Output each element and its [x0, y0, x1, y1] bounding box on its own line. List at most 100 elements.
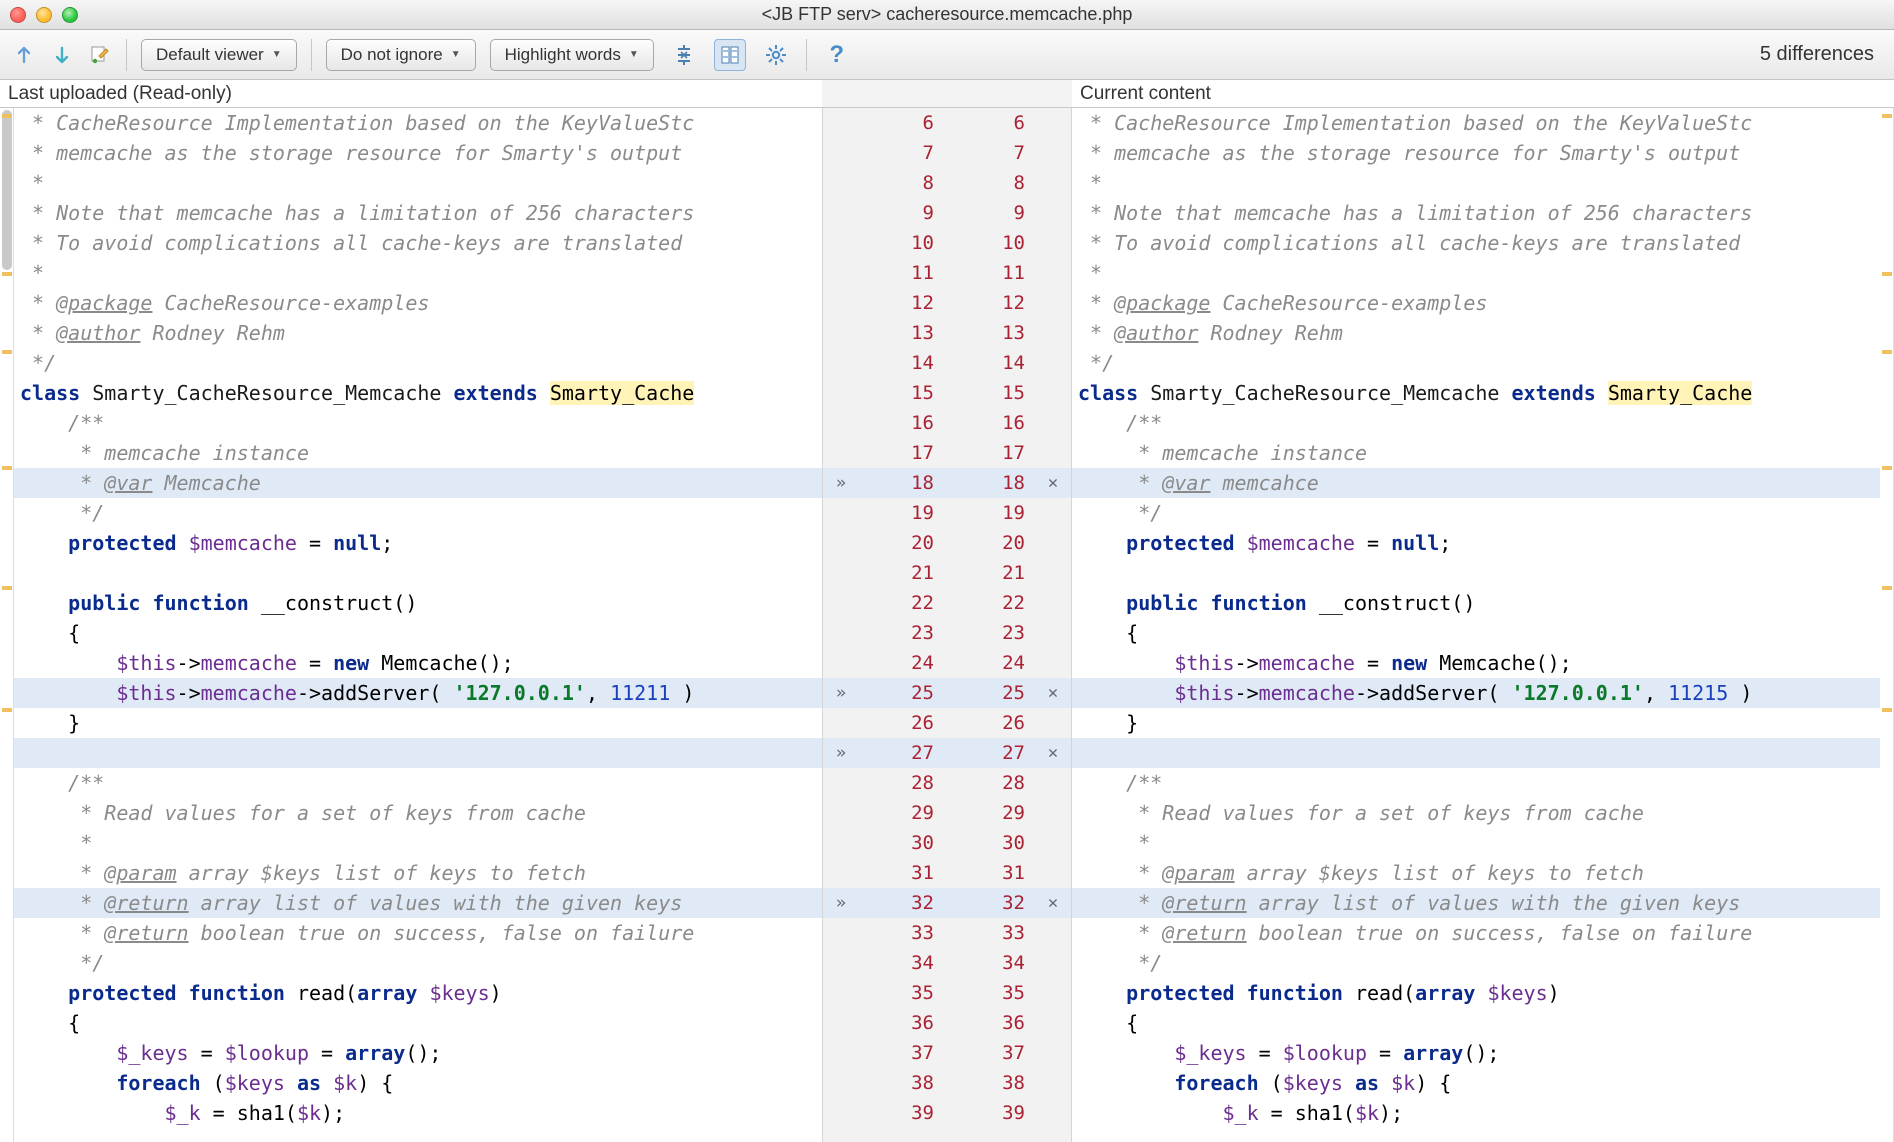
code-line[interactable]: /**: [1072, 768, 1880, 798]
close-icon[interactable]: [10, 7, 26, 23]
minimap-mark[interactable]: [2, 114, 12, 118]
code-line[interactable]: * @package CacheResource-examples: [14, 288, 822, 318]
code-line[interactable]: * CacheResource Implementation based on …: [1072, 108, 1880, 138]
code-line[interactable]: * Read values for a set of keys from cac…: [1072, 798, 1880, 828]
code-line[interactable]: $this->memcache->addServer( '127.0.0.1',…: [1072, 678, 1880, 708]
code-line[interactable]: * @author Rodney Rehm: [14, 318, 822, 348]
code-line[interactable]: * @var memcahce: [1072, 468, 1880, 498]
code-line[interactable]: * @param array $keys list of keys to fet…: [1072, 858, 1880, 888]
code-line[interactable]: */: [1072, 498, 1880, 528]
minimap-mark[interactable]: [1882, 586, 1892, 590]
next-diff-button[interactable]: [50, 43, 74, 67]
minimap-mark[interactable]: [2, 708, 12, 712]
code-line[interactable]: *: [14, 168, 822, 198]
code-line[interactable]: {: [1072, 618, 1880, 648]
code-line[interactable]: */: [14, 348, 822, 378]
code-line[interactable]: }: [14, 708, 822, 738]
apply-left-icon[interactable]: »: [823, 893, 859, 913]
code-line[interactable]: *: [14, 258, 822, 288]
apply-left-icon[interactable]: »: [823, 743, 859, 763]
code-line[interactable]: * memcache as the storage resource for S…: [1072, 138, 1880, 168]
code-line[interactable]: *: [1072, 258, 1880, 288]
code-line[interactable]: * @return boolean true on success, false…: [1072, 918, 1880, 948]
revert-icon[interactable]: ✕: [1035, 473, 1071, 493]
code-line[interactable]: foreach ($keys as $k) {: [1072, 1068, 1880, 1098]
right-code-pane[interactable]: * CacheResource Implementation based on …: [1072, 108, 1880, 1142]
minimap-mark[interactable]: [2, 466, 12, 470]
code-line[interactable]: protected function read(array $keys): [1072, 978, 1880, 1008]
code-line[interactable]: /**: [14, 768, 822, 798]
highlight-dropdown[interactable]: Highlight words ▼: [490, 39, 654, 71]
code-line[interactable]: *: [1072, 168, 1880, 198]
code-line[interactable]: $this->memcache->addServer( '127.0.0.1',…: [14, 678, 822, 708]
code-line[interactable]: *: [1072, 828, 1880, 858]
edit-source-button[interactable]: [88, 43, 112, 67]
code-line[interactable]: protected function read(array $keys): [14, 978, 822, 1008]
code-line[interactable]: {: [14, 1008, 822, 1038]
scroll-handle[interactable]: [2, 110, 12, 270]
collapse-unchanged-button[interactable]: [668, 39, 700, 71]
code-line[interactable]: * To avoid complications all cache-keys …: [14, 228, 822, 258]
code-line[interactable]: * @return array list of values with the …: [14, 888, 822, 918]
code-line[interactable]: $_k = sha1($k);: [14, 1098, 822, 1128]
apply-left-icon[interactable]: »: [823, 473, 859, 493]
viewer-dropdown[interactable]: Default viewer ▼: [141, 39, 297, 71]
code-line[interactable]: * CacheResource Implementation based on …: [14, 108, 822, 138]
code-line[interactable]: /**: [1072, 408, 1880, 438]
code-line[interactable]: * Read values for a set of keys from cac…: [14, 798, 822, 828]
minimap-mark[interactable]: [2, 272, 12, 276]
left-minimap[interactable]: [0, 108, 14, 1142]
settings-button[interactable]: [760, 39, 792, 71]
code-line[interactable]: * Note that memcache has a limitation of…: [14, 198, 822, 228]
code-line[interactable]: protected $memcache = null;: [14, 528, 822, 558]
minimap-mark[interactable]: [1882, 466, 1892, 470]
code-line[interactable]: * To avoid complications all cache-keys …: [1072, 228, 1880, 258]
code-line[interactable]: *: [14, 828, 822, 858]
code-line[interactable]: * @author Rodney Rehm: [1072, 318, 1880, 348]
code-line[interactable]: [14, 738, 822, 768]
ignore-dropdown[interactable]: Do not ignore ▼: [326, 39, 476, 71]
minimap-mark[interactable]: [1882, 114, 1892, 118]
code-line[interactable]: class Smarty_CacheResource_Memcache exte…: [14, 378, 822, 408]
code-line[interactable]: [14, 558, 822, 588]
code-line[interactable]: * @return boolean true on success, false…: [14, 918, 822, 948]
revert-icon[interactable]: ✕: [1035, 743, 1071, 763]
zoom-icon[interactable]: [62, 7, 78, 23]
apply-left-icon[interactable]: »: [823, 683, 859, 703]
minimap-mark[interactable]: [1882, 708, 1892, 712]
code-line[interactable]: * @var Memcache: [14, 468, 822, 498]
code-line[interactable]: [1072, 558, 1880, 588]
code-line[interactable]: $_k = sha1($k);: [1072, 1098, 1880, 1128]
code-line[interactable]: $this->memcache = new Memcache();: [14, 648, 822, 678]
code-line[interactable]: * @return array list of values with the …: [1072, 888, 1880, 918]
code-line[interactable]: public function __construct(): [1072, 588, 1880, 618]
code-line[interactable]: */: [1072, 948, 1880, 978]
revert-icon[interactable]: ✕: [1035, 683, 1071, 703]
right-minimap[interactable]: [1880, 108, 1894, 1142]
help-button[interactable]: ?: [821, 39, 853, 71]
code-line[interactable]: class Smarty_CacheResource_Memcache exte…: [1072, 378, 1880, 408]
minimap-mark[interactable]: [2, 350, 12, 354]
code-line[interactable]: * memcache as the storage resource for S…: [14, 138, 822, 168]
minimap-mark[interactable]: [1882, 272, 1892, 276]
minimap-mark[interactable]: [2, 586, 12, 590]
sync-scroll-button[interactable]: [714, 39, 746, 71]
revert-icon[interactable]: ✕: [1035, 893, 1071, 913]
code-line[interactable]: public function __construct(): [14, 588, 822, 618]
code-line[interactable]: $this->memcache = new Memcache();: [1072, 648, 1880, 678]
code-line[interactable]: * @package CacheResource-examples: [1072, 288, 1880, 318]
code-line[interactable]: * memcache instance: [1072, 438, 1880, 468]
code-line[interactable]: */: [14, 948, 822, 978]
code-line[interactable]: /**: [14, 408, 822, 438]
prev-diff-button[interactable]: [12, 43, 36, 67]
code-line[interactable]: protected $memcache = null;: [1072, 528, 1880, 558]
code-line[interactable]: [1072, 738, 1880, 768]
code-line[interactable]: }: [1072, 708, 1880, 738]
code-line[interactable]: {: [1072, 1008, 1880, 1038]
code-line[interactable]: $_keys = $lookup = array();: [14, 1038, 822, 1068]
left-code-pane[interactable]: * CacheResource Implementation based on …: [14, 108, 822, 1142]
code-line[interactable]: foreach ($keys as $k) {: [14, 1068, 822, 1098]
code-line[interactable]: {: [14, 618, 822, 648]
minimap-mark[interactable]: [1882, 350, 1892, 354]
code-line[interactable]: * Note that memcache has a limitation of…: [1072, 198, 1880, 228]
